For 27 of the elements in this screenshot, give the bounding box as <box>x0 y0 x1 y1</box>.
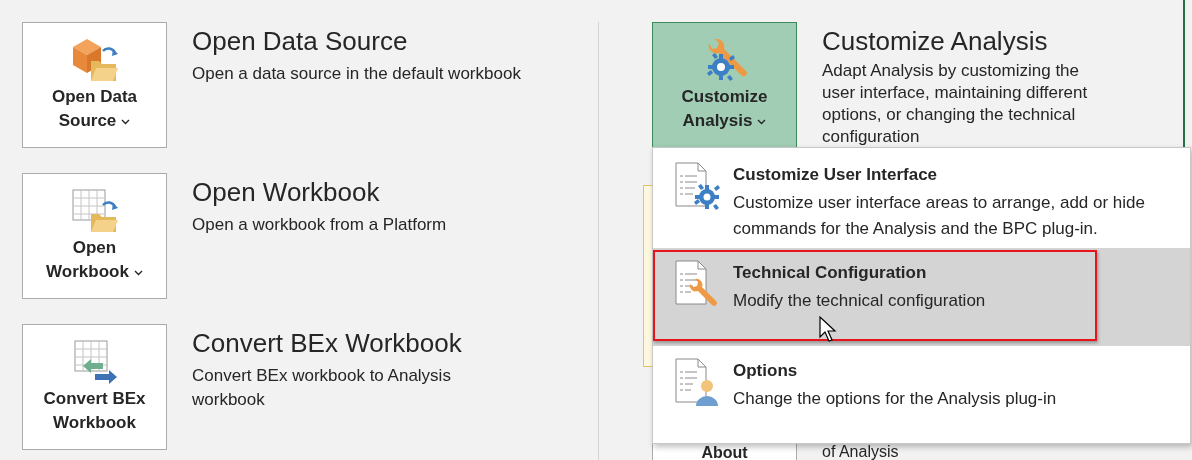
tile-button[interactable]: Open Data Source <box>22 22 167 148</box>
document-gear-icon <box>675 162 721 212</box>
item-description: Change the options for the Analysis plug-in <box>733 388 1057 410</box>
item-description: Customize user interface areas to arrange, add or hide commands for the Analysis and the BPC plug-in. <box>733 192 1146 240</box>
action-description: Convert BEx workbook to Analysis workbook <box>192 365 452 411</box>
document-person-icon <box>675 358 721 408</box>
menu-item[interactable]: Technical Configuration Modify the technical configuration <box>653 248 1190 346</box>
action-title: Open Workbook <box>192 176 381 209</box>
action-description: of Analysis <box>822 444 899 460</box>
tile-button[interactable]: Customize Analysis <box>652 22 797 148</box>
tile-button[interactable]: Convert BEx Workbook <box>22 324 167 450</box>
item-description: Modify the technical configuration <box>733 290 986 312</box>
action-description: Open a workbook from a Platform <box>192 214 447 236</box>
action-title: Convert BEx Workbook <box>192 327 463 360</box>
item-title: Options <box>733 360 799 382</box>
item-title: Customize User Interface <box>733 164 939 186</box>
sheet-folder-icon <box>70 188 119 234</box>
action-title: Open Data Source <box>192 25 409 58</box>
action-description: Open a data source in the default workbook <box>192 63 521 85</box>
action-description: Adapt Analysis by customizing the user interface, maintaining different options, or changing the technical configuration <box>822 60 1089 148</box>
cube-folder-icon <box>70 37 119 83</box>
menu-item[interactable]: Customize User Interface Customize user interface areas to arrange, add or hide commands for the Analysis and the BPC plug-in. <box>653 150 1190 248</box>
pointer-icon <box>819 316 837 342</box>
tile-button[interactable]: Open Workbook <box>22 173 167 299</box>
menu-item[interactable]: Options Change the options for the Analysis plug-in <box>653 346 1190 444</box>
action-title: Customize Analysis <box>822 25 1049 58</box>
item-title: Technical Configuration <box>733 262 928 284</box>
